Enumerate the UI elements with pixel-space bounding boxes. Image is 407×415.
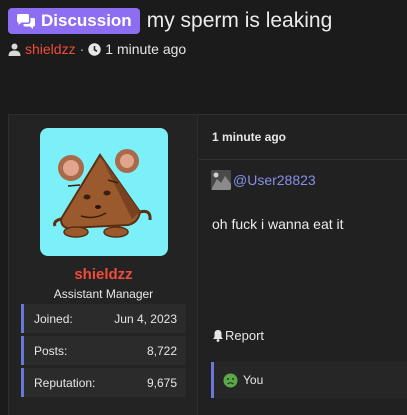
chat-bubbles-icon <box>17 13 35 29</box>
user-icon <box>8 43 21 56</box>
post-container: shieldzz Assistant Manager Joined: Jun 4… <box>8 114 407 415</box>
quoted-user-link[interactable]: @User28823 <box>233 172 316 188</box>
post-timestamp[interactable]: 1 minute ago <box>212 130 286 144</box>
stat-reputation: Reputation: 9,675 <box>21 368 186 397</box>
thread-header: Discussion my sperm is leaking shieldzz … <box>8 7 407 57</box>
stat-posts: Posts: 8,722 <box>21 336 186 365</box>
clock-icon <box>88 42 101 56</box>
report-label: Report <box>225 328 265 343</box>
post-message: oh fuck i wanna eat it <box>212 216 344 232</box>
quoted-user-avatar <box>211 170 231 190</box>
stat-value[interactable]: 8,722 <box>147 344 177 358</box>
post-username[interactable]: shieldzz <box>9 266 198 283</box>
thread-author-link[interactable]: shieldzz <box>25 41 76 57</box>
sick-face-icon <box>223 373 238 387</box>
post-header-divider <box>199 159 407 160</box>
stat-value: 9,675 <box>146 375 177 390</box>
thread-time[interactable]: 1 minute ago <box>105 41 186 57</box>
reaction-label[interactable]: You <box>243 373 263 387</box>
badge-label: Discussion <box>41 11 132 30</box>
post-user-role: Assistant Manager <box>53 287 154 301</box>
bell-icon <box>213 330 223 342</box>
title-row: Discussion my sperm is leaking <box>8 7 407 35</box>
discussion-badge[interactable]: Discussion <box>8 8 140 34</box>
stat-joined: Joined: Jun 4, 2023 <box>21 304 186 333</box>
report-button[interactable]: Report <box>212 328 264 343</box>
stat-label: Posts: <box>34 343 68 358</box>
user-avatar[interactable] <box>40 128 168 256</box>
stat-value: Jun 4, 2023 <box>114 311 177 326</box>
cheese-mouse-avatar-image <box>53 149 152 238</box>
meta-separator: · <box>79 41 85 57</box>
post-user-panel: shieldzz Assistant Manager Joined: Jun 4… <box>9 115 198 415</box>
post-content: 1 minute ago @User28823 oh fuck i wanna … <box>199 115 407 415</box>
quoted-user[interactable]: @User28823 <box>211 170 316 190</box>
stat-label: Reputation: <box>34 375 96 390</box>
reactions-bar[interactable]: You <box>211 362 407 398</box>
thread-meta: shieldzz · 1 minute ago <box>8 41 407 57</box>
thread-title: my sperm is leaking <box>146 9 333 32</box>
stat-label: Joined: <box>34 311 73 326</box>
